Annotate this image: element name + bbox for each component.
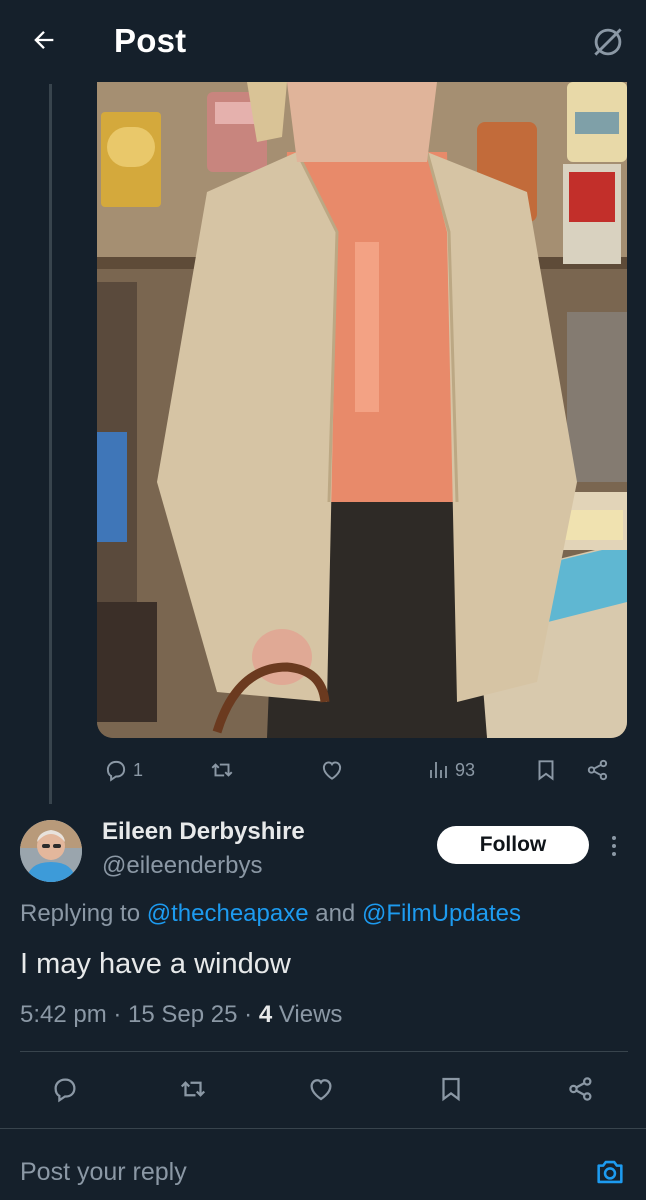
meta-separator: · (106, 1001, 129, 1028)
reply-icon (54, 1078, 76, 1103)
reply-count: 1 (133, 759, 144, 780)
post-page: Post 1 93 Eileen Derbyshire @eileenderby… (0, 0, 646, 1200)
reply-input[interactable]: Post your reply (20, 1150, 560, 1194)
meta-separator: · (237, 1001, 259, 1028)
post-time[interactable]: 5:42 pm (20, 1001, 107, 1028)
bookmark-action[interactable] (533, 752, 559, 788)
repost-action[interactable] (209, 752, 235, 788)
composer-divider (0, 1128, 646, 1129)
mention-link[interactable]: @thecheapaxe (147, 900, 309, 927)
views-action[interactable]: 93 (427, 752, 475, 788)
top-bar: Post (0, 0, 646, 82)
reply-icon (106, 760, 126, 782)
reply-action[interactable]: 1 (103, 752, 143, 788)
post-metadata: 5:42 pm · 15 Sep 25 · 4 Views (20, 1001, 342, 1029)
share-action[interactable] (558, 1066, 604, 1112)
more-dot (612, 852, 616, 856)
mention-link[interactable]: @FilmUpdates (362, 900, 521, 927)
follow-button[interactable]: Follow (437, 826, 589, 864)
share-action[interactable] (585, 752, 611, 788)
repost-icon (211, 763, 233, 777)
media-photo (97, 82, 627, 738)
analytics-icon (430, 762, 447, 778)
avatar[interactable] (20, 820, 82, 882)
back-button[interactable] (22, 20, 66, 60)
page-title: Post (114, 22, 187, 59)
camera-icon (597, 1160, 623, 1184)
repost-action[interactable] (170, 1066, 216, 1112)
share-icon (587, 759, 608, 781)
reply-action[interactable] (42, 1066, 88, 1112)
heart-icon (310, 1079, 332, 1101)
more-dot (612, 844, 616, 848)
avatar-photo (20, 820, 82, 882)
post-text: I may have a window (20, 948, 291, 980)
like-action[interactable] (319, 752, 345, 788)
camera-button[interactable] (588, 1150, 632, 1194)
replying-prefix: Replying to (20, 900, 147, 927)
divider (20, 1051, 628, 1052)
views-count-value: 4 (258, 1001, 273, 1028)
more-dot (612, 836, 616, 840)
replying-to-line: Replying to @thecheapaxe and @FilmUpdate… (20, 900, 521, 928)
arrow-left-icon (34, 31, 54, 49)
post-media-image[interactable] (97, 82, 627, 738)
parent-post-actions: 1 93 (97, 752, 627, 788)
author-display-name[interactable]: Eileen Derbyshire (102, 818, 305, 846)
repost-icon (180, 1081, 206, 1097)
post-date[interactable]: 15 Sep 25 (128, 1001, 237, 1028)
replying-join: and (308, 900, 362, 927)
views-count: 93 (455, 759, 476, 780)
like-action[interactable] (298, 1066, 344, 1112)
bookmark-icon (538, 760, 554, 781)
more-options-button[interactable] (604, 830, 624, 862)
thread-connector (49, 84, 52, 804)
author-handle[interactable]: @eileenderbys (102, 852, 262, 880)
reply-post-actions (0, 1066, 646, 1112)
bookmark-action[interactable] (428, 1066, 474, 1112)
heart-icon (322, 761, 342, 780)
share-icon (569, 1077, 592, 1101)
bookmark-icon (442, 1077, 460, 1102)
grok-button[interactable] (584, 18, 632, 66)
views-label[interactable]: Views (272, 1001, 343, 1028)
grok-icon (594, 28, 622, 56)
